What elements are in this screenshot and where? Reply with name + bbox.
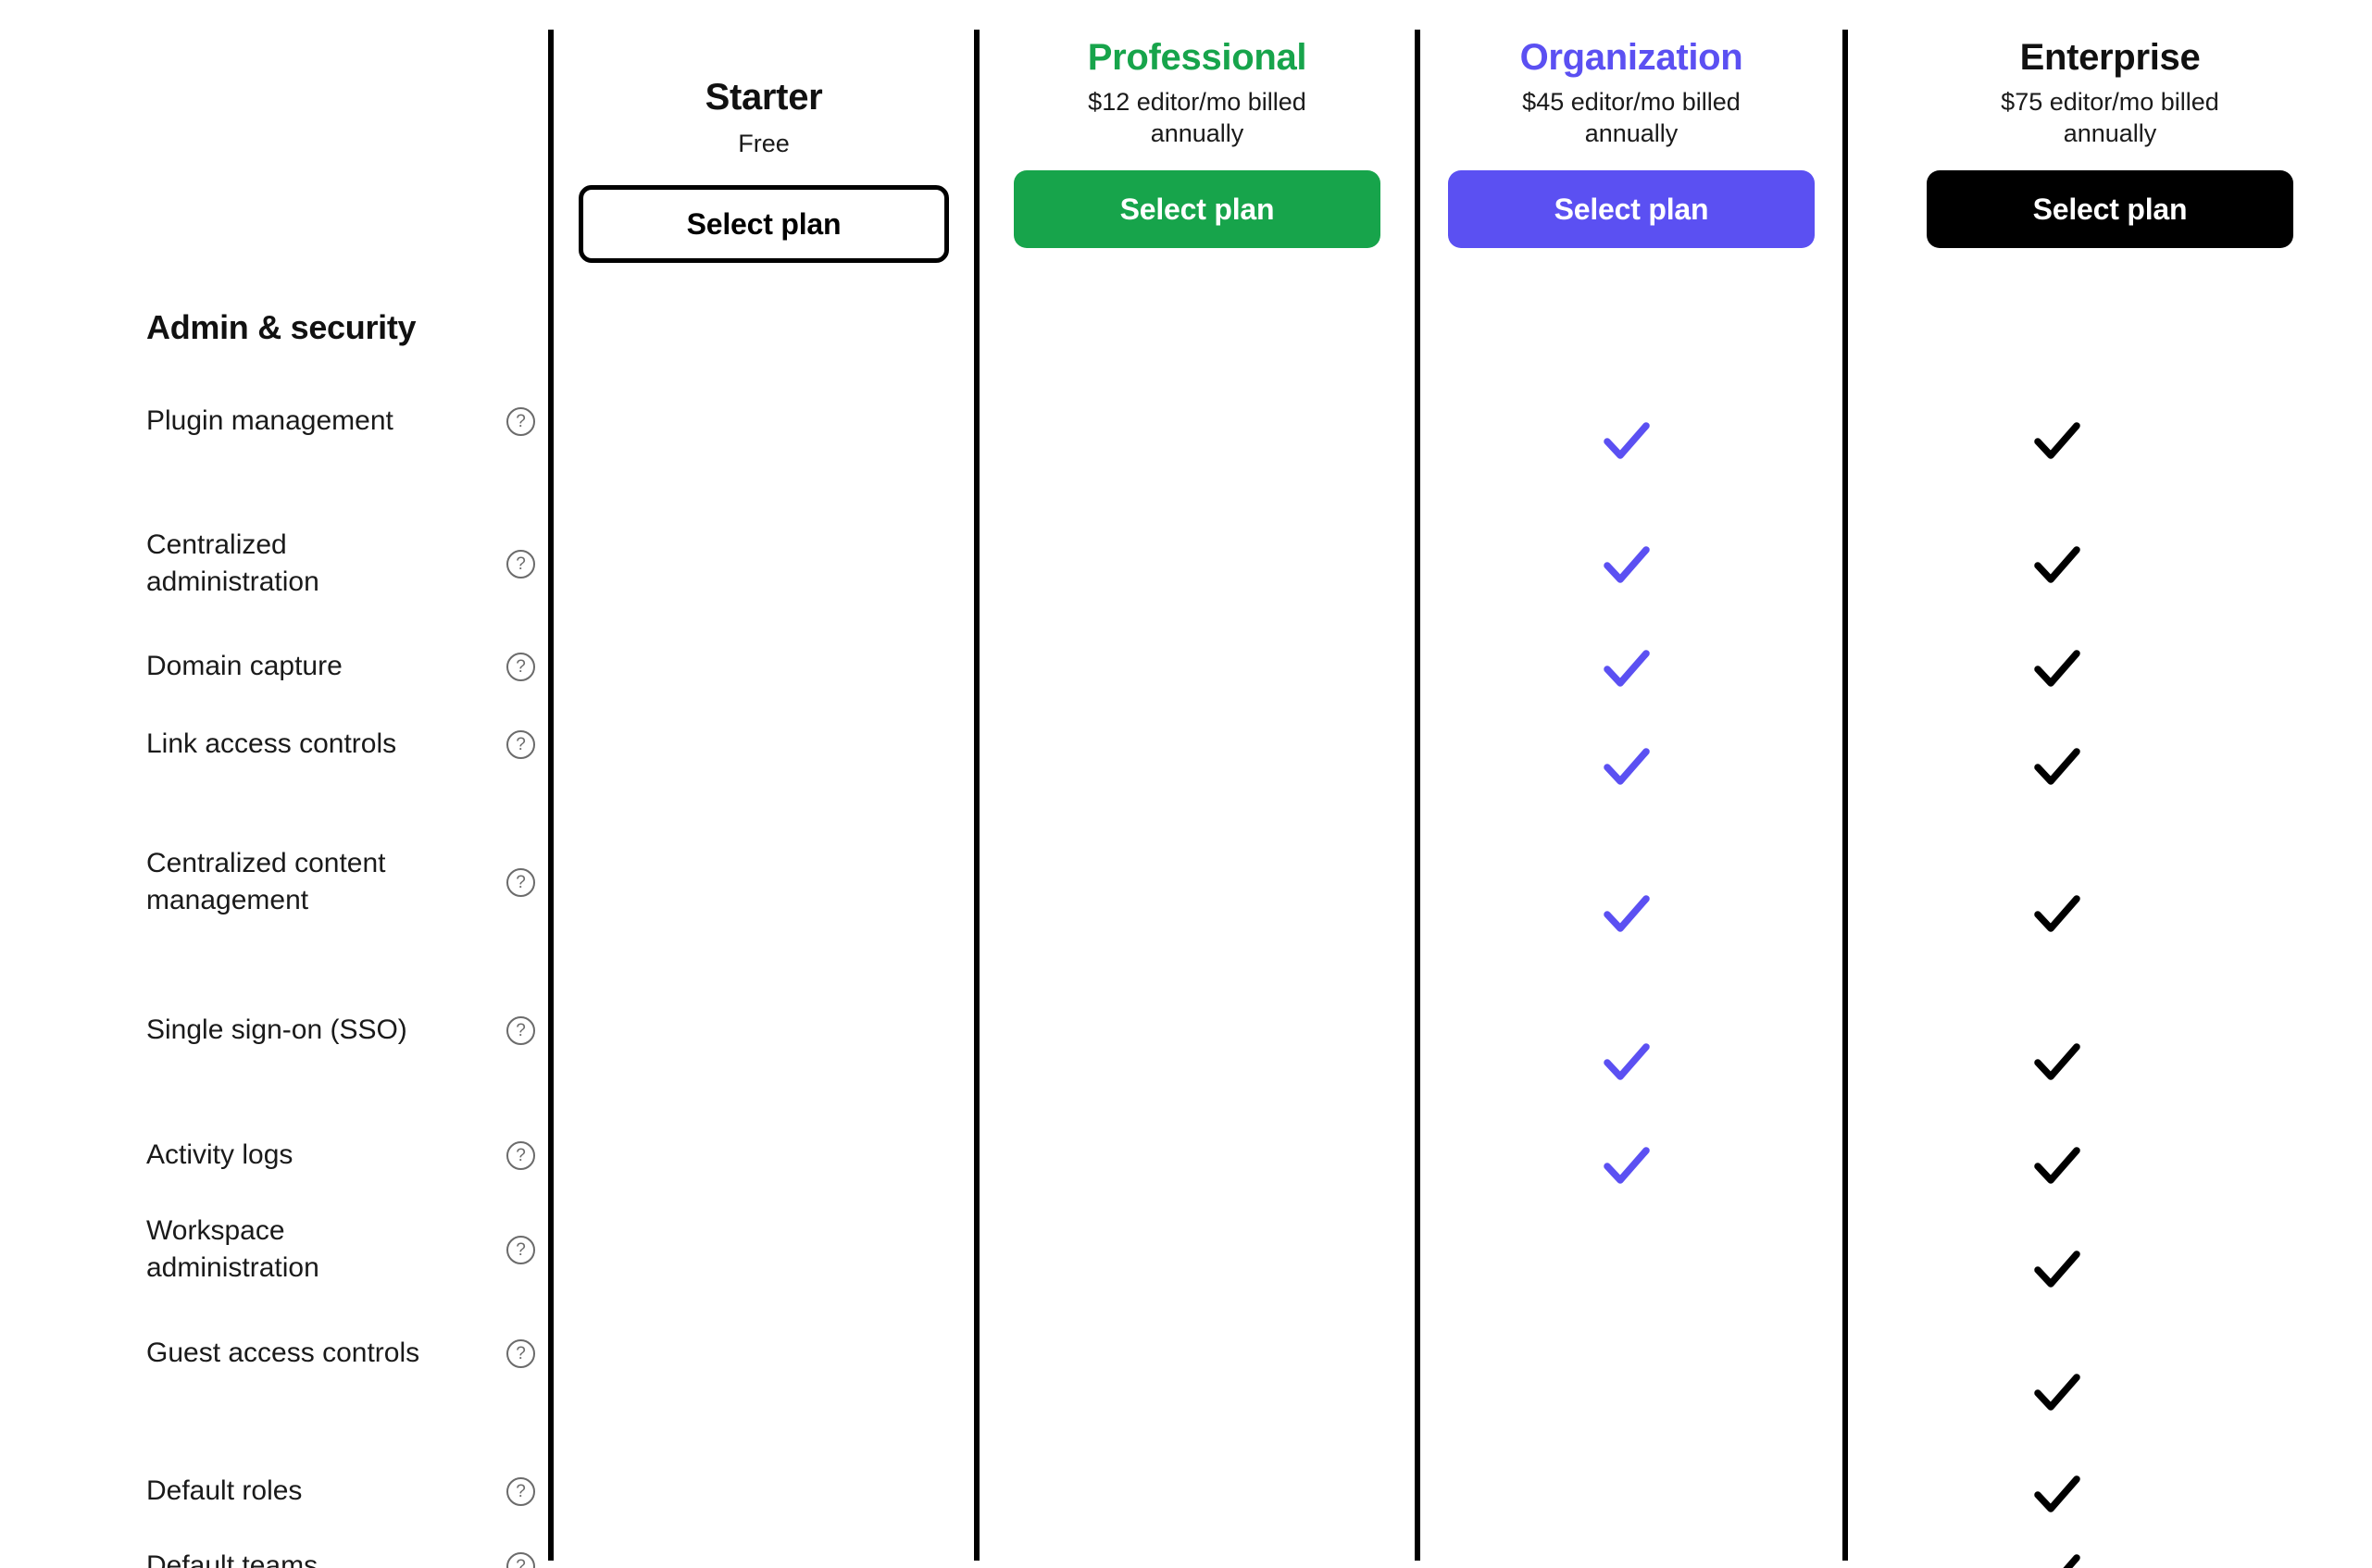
select-plan-button-professional[interactable]: Select plan (1014, 169, 1380, 248)
feature-label: Centralized administration (146, 529, 319, 598)
help-circle-icon[interactable]: ? (506, 729, 535, 759)
feature-row: Default teams? (146, 1548, 535, 1568)
help-circle-icon[interactable]: ? (506, 1476, 535, 1506)
feature-row: Activity logs? (146, 1137, 535, 1174)
feature-row: Domain capture? (146, 648, 535, 685)
feature-label: Link access controls (146, 728, 397, 759)
feature-row: Default roles? (146, 1473, 535, 1510)
check-icon-enterprise (2031, 1548, 2083, 1568)
plan-name-professional: Professional (1087, 37, 1307, 78)
help-circle-icon[interactable]: ? (506, 1338, 535, 1368)
check-icon-enterprise (2031, 1244, 2083, 1296)
check-icon-enterprise (2031, 643, 2083, 695)
check-icon-enterprise (2031, 1367, 2083, 1419)
select-plan-button-organization[interactable]: Select plan (1448, 169, 1815, 248)
plan-price-professional: $12 editor/mo billed annually (1088, 87, 1306, 148)
check-icon-enterprise (2031, 889, 2083, 940)
help-circle-icon[interactable]: ? (506, 1551, 535, 1568)
feature-label: Activity logs (146, 1139, 293, 1170)
plan-name-starter: Starter (705, 77, 823, 118)
column-divider-organization (1415, 30, 1420, 1561)
check-icon-enterprise (2031, 1037, 2083, 1089)
select-plan-button-starter[interactable]: Select plan (579, 185, 949, 264)
feature-label: Plugin management (146, 405, 393, 436)
plan-price-enterprise: $75 editor/mo billed annually (2001, 87, 2219, 148)
plan-name-enterprise: Enterprise (2019, 37, 2201, 78)
help-circle-icon[interactable]: ? (506, 1235, 535, 1264)
section-title-admin-security: Admin & security (146, 308, 417, 346)
check-icon-organization (1601, 741, 1653, 793)
feature-row: Plugin management? (146, 403, 535, 440)
feature-label: Workspace administration (146, 1215, 319, 1284)
feature-row: Centralized content management? (146, 845, 535, 919)
plan-column-starter: Starter Free Select plan (554, 37, 974, 264)
plan-column-organization: Organization $45 editor/mo billed annual… (1420, 37, 1842, 248)
feature-row: Link access controls? (146, 726, 535, 763)
feature-label: Default roles (146, 1475, 303, 1506)
feature-row: Single sign-on (SSO)? (146, 1012, 535, 1049)
help-circle-icon[interactable]: ? (506, 549, 535, 579)
help-circle-icon[interactable]: ? (506, 1015, 535, 1045)
help-circle-icon[interactable]: ? (506, 867, 535, 897)
plan-price-starter: Free (738, 129, 790, 157)
feature-row: Workspace administration? (146, 1213, 535, 1287)
plan-price-organization: $45 editor/mo billed annually (1522, 87, 1741, 148)
feature-row: Centralized administration? (146, 527, 535, 601)
feature-label: Domain capture (146, 651, 343, 681)
check-icon-enterprise (2031, 741, 2083, 793)
check-icon-organization (1601, 540, 1653, 591)
pricing-comparison-table: Starter Free Select plan Professional $1… (0, 0, 2372, 1568)
plan-name-organization: Organization (1519, 37, 1743, 78)
check-icon-enterprise (2031, 540, 2083, 591)
check-icon-organization (1601, 643, 1653, 695)
help-circle-icon[interactable]: ? (506, 652, 535, 681)
check-icon-enterprise (2031, 416, 2083, 467)
help-circle-icon[interactable]: ? (506, 406, 535, 436)
column-divider-professional (974, 30, 980, 1561)
check-icon-organization (1601, 889, 1653, 940)
help-circle-icon[interactable]: ? (506, 1140, 535, 1170)
check-icon-organization (1601, 1140, 1653, 1192)
check-icon-organization (1601, 1037, 1653, 1089)
column-divider-enterprise (1842, 30, 1848, 1561)
select-plan-button-enterprise[interactable]: Select plan (1927, 169, 2293, 248)
check-icon-enterprise (2031, 1140, 2083, 1192)
check-icon-enterprise (2031, 1469, 2083, 1521)
feature-label: Centralized content management (146, 848, 386, 916)
feature-label: Default teams (146, 1550, 318, 1568)
feature-label: Guest access controls (146, 1338, 420, 1368)
plan-column-professional: Professional $12 editor/mo billed annual… (980, 37, 1415, 248)
feature-row: Guest access controls? (146, 1335, 535, 1372)
plan-column-enterprise: Enterprise $75 editor/mo billed annually… (1848, 37, 2372, 248)
check-icon-organization (1601, 416, 1653, 467)
feature-label: Single sign-on (SSO) (146, 1014, 407, 1045)
